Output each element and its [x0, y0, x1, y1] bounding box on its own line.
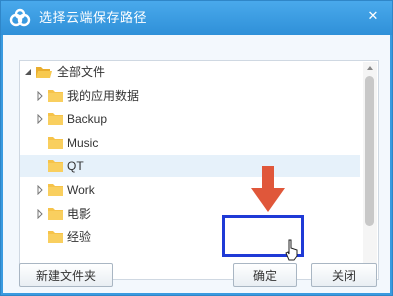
- dialog-body: 全部文件 我的应用数据 Backup Music QT Work 电影 经验 新…: [3, 35, 390, 293]
- tree-item-label: 电影: [67, 207, 92, 221]
- annotation-arrow-icon: [251, 166, 285, 212]
- cloud-logo-icon: [9, 8, 31, 27]
- folder-tree: 全部文件 我的应用数据 Backup Music QT Work 电影 经验: [19, 60, 379, 280]
- scrollbar-thumb[interactable]: [365, 76, 374, 226]
- tree-item-experience[interactable]: 经验: [20, 226, 360, 248]
- close-button[interactable]: 关闭: [311, 263, 377, 287]
- mouse-cursor-icon: [285, 239, 298, 261]
- scroll-up-button[interactable]: [363, 62, 377, 74]
- tree-item-label: Music: [67, 136, 99, 150]
- save-path-dialog: 选择云端保存路径 ✕ 全部文件 我的应用数据 Backup Music QT W…: [0, 0, 393, 296]
- folder-icon: [48, 113, 63, 125]
- folder-icon: [48, 184, 63, 196]
- tree-item-qt[interactable]: QT: [20, 155, 360, 177]
- title-bar: 选择云端保存路径 ✕: [1, 1, 392, 35]
- folder-icon: [48, 137, 63, 149]
- tree-item-app-data[interactable]: 我的应用数据: [20, 85, 360, 107]
- vertical-scrollbar[interactable]: [363, 62, 377, 278]
- collapsed-arrow-icon[interactable]: [35, 209, 45, 219]
- tree-item-label: 经验: [67, 230, 92, 244]
- tree-root-label: 全部文件: [57, 65, 106, 79]
- chevron-up-icon: [367, 66, 373, 70]
- ok-button[interactable]: 确定: [233, 263, 297, 287]
- collapsed-arrow-icon[interactable]: [35, 114, 45, 124]
- tree-item-music[interactable]: Music: [20, 132, 360, 154]
- tree-root-row[interactable]: 全部文件: [20, 61, 360, 83]
- close-icon: ✕: [367, 8, 379, 24]
- new-folder-button[interactable]: 新建文件夹: [19, 263, 113, 287]
- expanded-arrow-icon[interactable]: [23, 67, 33, 77]
- tree-item-backup[interactable]: Backup: [20, 108, 360, 130]
- collapsed-arrow-icon[interactable]: [35, 91, 45, 101]
- folder-icon: [48, 231, 63, 243]
- folder-open-icon: [36, 67, 52, 78]
- dialog-title: 选择云端保存路径: [39, 10, 148, 25]
- folder-icon: [48, 208, 63, 220]
- tree-item-label: QT: [67, 159, 84, 173]
- tree-item-work[interactable]: Work: [20, 179, 360, 201]
- folder-icon: [48, 160, 63, 172]
- tree-item-label: Work: [67, 183, 95, 197]
- tree-item-movies[interactable]: 电影: [20, 203, 360, 225]
- folder-icon: [48, 90, 63, 102]
- collapsed-arrow-icon[interactable]: [35, 185, 45, 195]
- close-window-button[interactable]: ✕: [364, 7, 382, 25]
- tree-item-label: Backup: [67, 112, 108, 126]
- tree-item-label: 我的应用数据: [67, 89, 140, 103]
